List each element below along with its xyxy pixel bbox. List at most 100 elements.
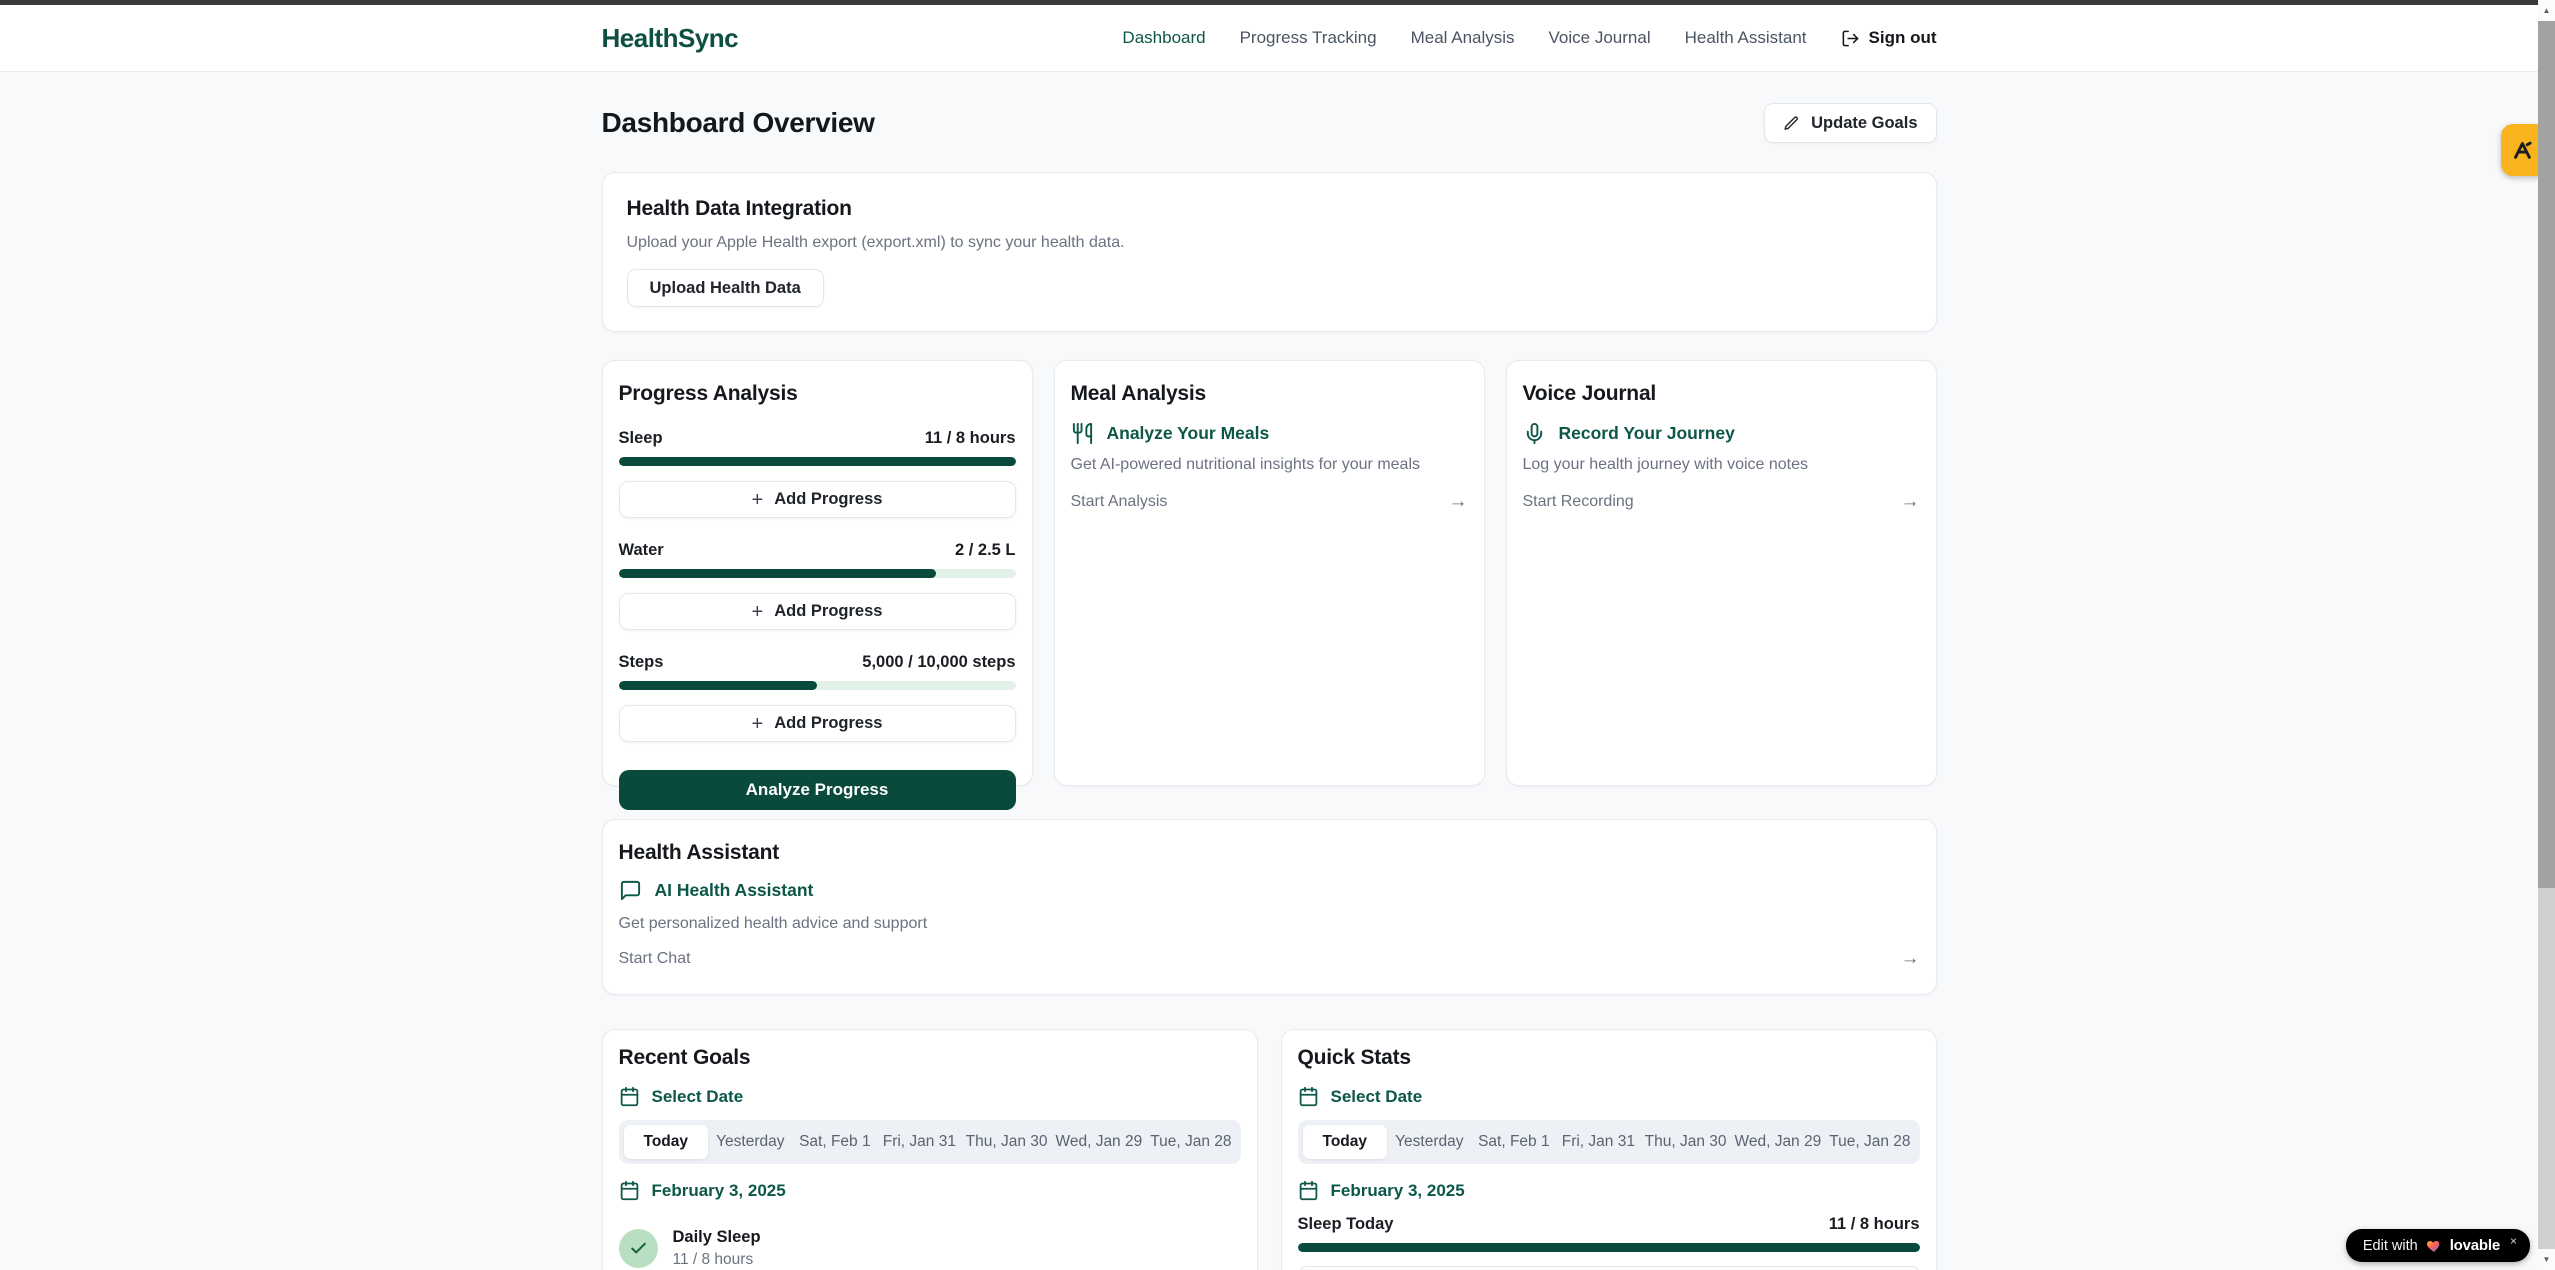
- metric-sleep-progressbar: [619, 457, 1016, 466]
- current-date-label[interactable]: February 3, 2025: [619, 1180, 1241, 1201]
- goal-name: Daily Sleep: [673, 1228, 761, 1247]
- goal-item-daily-sleep: Daily Sleep 11 / 8 hours: [619, 1228, 1241, 1269]
- calendar-icon: [1298, 1086, 1319, 1107]
- add-progress-water-button[interactable]: + Add Progress: [619, 593, 1016, 630]
- app-logo[interactable]: HealthSync: [602, 23, 739, 54]
- chat-bubble-icon: [619, 879, 642, 902]
- progress-analysis-title: Progress Analysis: [619, 382, 1016, 406]
- date-tab-tue-jan-28[interactable]: Tue, Jan 28: [1825, 1125, 1914, 1159]
- metric-sleep-label: Sleep: [619, 429, 663, 448]
- calendar-icon: [1298, 1180, 1319, 1201]
- voice-journal-card: Voice Journal Record Your Journey Log yo…: [1506, 360, 1937, 786]
- page-title: Dashboard Overview: [602, 107, 875, 139]
- arrow-right-icon: →: [1901, 948, 1920, 970]
- update-goals-button[interactable]: Update Goals: [1764, 103, 1936, 143]
- date-tab-yesterday[interactable]: Yesterday: [708, 1125, 793, 1159]
- metric-steps: Steps 5,000 / 10,000 steps + Add Progres…: [619, 653, 1016, 742]
- metric-sleep-value: 11 / 8 hours: [925, 429, 1016, 448]
- select-date-link[interactable]: Select Date: [619, 1086, 1241, 1107]
- date-tab-sat-feb-1[interactable]: Sat, Feb 1: [793, 1125, 878, 1159]
- meal-analysis-description: Get AI-powered nutritional insights for …: [1071, 456, 1468, 474]
- app-header: HealthSync Dashboard Progress Tracking M…: [0, 5, 2538, 72]
- ai-health-assistant-link[interactable]: AI Health Assistant: [619, 879, 1920, 902]
- nav-item-health-assistant[interactable]: Health Assistant: [1685, 28, 1807, 48]
- analyze-progress-button[interactable]: Analyze Progress: [619, 770, 1016, 810]
- nav-item-voice-journal[interactable]: Voice Journal: [1549, 28, 1651, 48]
- add-progress-steps-button[interactable]: + Add Progress: [619, 705, 1016, 742]
- record-your-journey-link[interactable]: Record Your Journey: [1523, 422, 1920, 445]
- scroll-up-arrow[interactable]: ▲: [2538, 0, 2555, 21]
- voice-journal-title: Voice Journal: [1523, 382, 1920, 406]
- date-tab-thu-jan-30[interactable]: Thu, Jan 30: [962, 1125, 1052, 1159]
- health-assistant-title: Health Assistant: [619, 841, 1920, 865]
- scrollbar-thumb[interactable]: [2538, 21, 2555, 888]
- vertical-scrollbar[interactable]: ▲ ▼: [2538, 0, 2555, 1270]
- meal-analysis-card: Meal Analysis Analyze Your Meals Get AI-…: [1054, 360, 1485, 786]
- arrow-right-icon: →: [1901, 491, 1920, 513]
- lovable-a-icon: [2509, 137, 2535, 163]
- add-progress-button[interactable]: + Add Progress: [1298, 1266, 1920, 1270]
- arrow-right-icon: →: [1449, 491, 1468, 513]
- utensils-icon: [1071, 422, 1094, 445]
- recent-goals-title: Recent Goals: [619, 1046, 1241, 1070]
- date-tab-tue-jan-28[interactable]: Tue, Jan 28: [1146, 1125, 1235, 1159]
- plus-icon: +: [752, 602, 764, 622]
- check-circle-icon: [619, 1229, 658, 1268]
- date-tab-wed-jan-29[interactable]: Wed, Jan 29: [1730, 1125, 1825, 1159]
- microphone-icon: [1523, 422, 1546, 445]
- start-chat-action[interactable]: Start Chat →: [619, 948, 1920, 970]
- metric-water: Water 2 / 2.5 L + Add Progress: [619, 541, 1016, 630]
- close-icon[interactable]: ×: [2510, 1234, 2517, 1248]
- date-tab-sat-feb-1[interactable]: Sat, Feb 1: [1472, 1125, 1557, 1159]
- date-tabs: Today Yesterday Sat, Feb 1 Fri, Jan 31 T…: [619, 1120, 1241, 1164]
- sign-out-button[interactable]: Sign out: [1841, 28, 1937, 48]
- sleep-today-progressbar: [1298, 1243, 1920, 1252]
- sign-out-icon: [1841, 29, 1860, 48]
- pencil-icon: [1783, 115, 1800, 132]
- main-nav: Dashboard Progress Tracking Meal Analysi…: [1122, 28, 1936, 48]
- date-tab-wed-jan-29[interactable]: Wed, Jan 29: [1051, 1125, 1146, 1159]
- date-tab-today[interactable]: Today: [624, 1125, 709, 1159]
- date-tab-yesterday[interactable]: Yesterday: [1387, 1125, 1472, 1159]
- metric-steps-progressbar: [619, 681, 1016, 690]
- date-tab-fri-jan-31[interactable]: Fri, Jan 31: [1556, 1125, 1641, 1159]
- date-tabs: Today Yesterday Sat, Feb 1 Fri, Jan 31 T…: [1298, 1120, 1920, 1164]
- plus-icon: +: [752, 714, 764, 734]
- nav-item-meal-analysis[interactable]: Meal Analysis: [1411, 28, 1515, 48]
- date-tab-today[interactable]: Today: [1303, 1125, 1388, 1159]
- nav-item-dashboard[interactable]: Dashboard: [1122, 28, 1205, 48]
- metric-sleep: Sleep 11 / 8 hours + Add Progress: [619, 429, 1016, 518]
- metric-water-value: 2 / 2.5 L: [955, 541, 1016, 560]
- health-data-integration-card: Health Data Integration Upload your Appl…: [602, 172, 1937, 332]
- select-date-link[interactable]: Select Date: [1298, 1086, 1920, 1107]
- health-assistant-description: Get personalized health advice and suppo…: [619, 915, 1920, 933]
- scroll-down-arrow[interactable]: ▼: [2538, 1249, 2555, 1270]
- edit-with-label: Edit with: [2363, 1238, 2418, 1254]
- upload-health-data-button[interactable]: Upload Health Data: [627, 269, 824, 307]
- analyze-your-meals-link[interactable]: Analyze Your Meals: [1071, 422, 1468, 445]
- recent-goals-card: Recent Goals Select Date Today Yesterday…: [602, 1029, 1258, 1270]
- date-tab-fri-jan-31[interactable]: Fri, Jan 31: [877, 1125, 962, 1159]
- metric-water-progressbar: [619, 569, 1016, 578]
- metric-steps-value: 5,000 / 10,000 steps: [862, 653, 1015, 672]
- quick-stats-card: Quick Stats Select Date Today Yesterday …: [1281, 1029, 1937, 1270]
- heart-icon: [2426, 1238, 2442, 1254]
- quick-stats-title: Quick Stats: [1298, 1046, 1920, 1070]
- health-data-description: Upload your Apple Health export (export.…: [627, 234, 1912, 252]
- start-recording-action[interactable]: Start Recording →: [1523, 491, 1920, 513]
- metric-water-label: Water: [619, 541, 664, 560]
- metric-steps-label: Steps: [619, 653, 664, 672]
- edit-with-lovable-badge[interactable]: Edit with lovable ×: [2346, 1229, 2530, 1262]
- start-analysis-action[interactable]: Start Analysis →: [1071, 491, 1468, 513]
- nav-item-progress-tracking[interactable]: Progress Tracking: [1240, 28, 1377, 48]
- lovable-editor-toggle-button[interactable]: [2501, 124, 2542, 176]
- lovable-label: lovable: [2450, 1237, 2500, 1254]
- progress-analysis-card: Progress Analysis Sleep 11 / 8 hours + A…: [602, 360, 1033, 786]
- calendar-icon: [619, 1180, 640, 1201]
- voice-journal-description: Log your health journey with voice notes: [1523, 456, 1920, 474]
- stat-label: Sleep Today: [1298, 1215, 1394, 1234]
- meal-analysis-title: Meal Analysis: [1071, 382, 1468, 406]
- date-tab-thu-jan-30[interactable]: Thu, Jan 30: [1641, 1125, 1731, 1159]
- current-date-label[interactable]: February 3, 2025: [1298, 1180, 1920, 1201]
- add-progress-sleep-button[interactable]: + Add Progress: [619, 481, 1016, 518]
